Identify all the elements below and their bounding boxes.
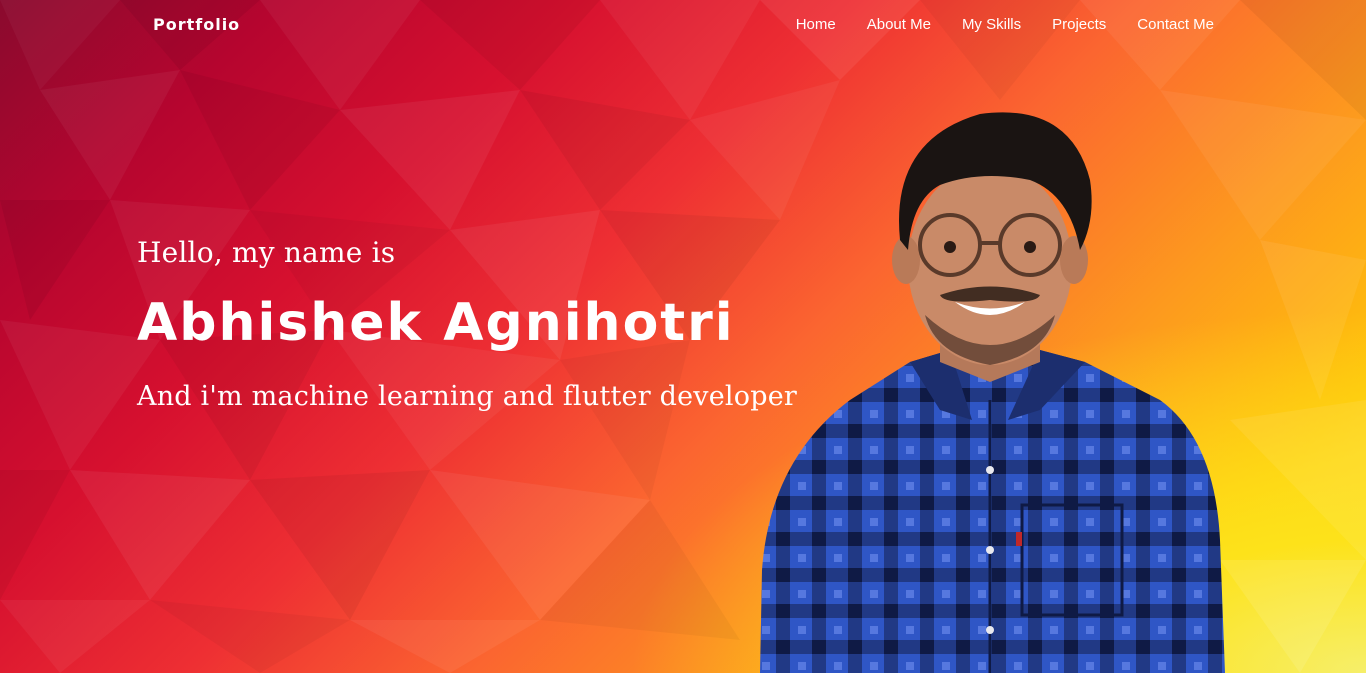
nav-link-home[interactable]: Home (796, 16, 836, 33)
hero-name: Abhishek Agnihotri (137, 293, 735, 353)
hero-tagline: And i'm machine learning and flutter dev… (137, 381, 797, 412)
hero-section: Portfolio Home About Me My Skills Projec… (0, 0, 1366, 673)
top-navbar: Portfolio Home About Me My Skills Projec… (0, 0, 1366, 50)
nav-link-contact[interactable]: Contact Me (1137, 16, 1214, 33)
nav-item-skills: My Skills (962, 16, 1021, 34)
brand-link[interactable]: Portfolio (153, 15, 240, 34)
nav-item-about: About Me (867, 16, 931, 34)
nav-menu: Home About Me My Skills Projects Contact… (796, 16, 1214, 34)
nav-item-projects: Projects (1052, 16, 1106, 34)
intro-block: Hello, my name is Abhishek Agnihotri And… (137, 236, 797, 412)
greeting-text: Hello, my name is (137, 236, 396, 269)
nav-item-home: Home (796, 16, 836, 34)
profile-photo (760, 112, 1225, 673)
nav-link-skills[interactable]: My Skills (962, 16, 1021, 33)
nav-item-contact: Contact Me (1137, 16, 1214, 34)
nav-link-projects[interactable]: Projects (1052, 16, 1106, 33)
nav-link-about[interactable]: About Me (867, 16, 931, 33)
